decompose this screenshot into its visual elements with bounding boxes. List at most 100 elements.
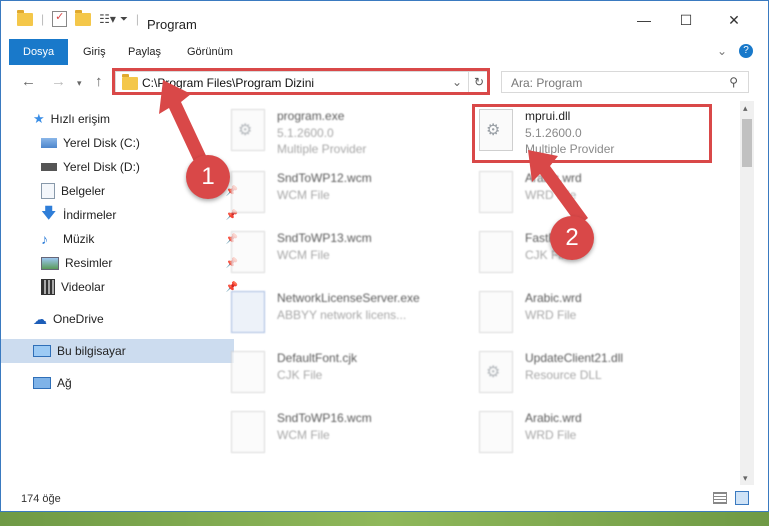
- sidebar-item-this-pc[interactable]: Bu bilgisayar: [1, 339, 234, 363]
- sidebar-item-downloads[interactable]: 🡇 İndirmeler 📌: [1, 203, 242, 227]
- cloud-icon: ☁: [33, 310, 47, 327]
- tab-view[interactable]: Görünüm: [175, 39, 245, 65]
- view-icon[interactable]: ☷▾: [99, 12, 116, 26]
- sidebar-item-label: İndirmeler: [63, 208, 117, 222]
- new-folder-icon[interactable]: [75, 9, 92, 26]
- file-type: WRD File: [525, 308, 577, 322]
- file-item[interactable]: program.exe 5.1.2600.0 Multiple Provider: [221, 103, 451, 159]
- file-company: Multiple Provider: [277, 142, 367, 156]
- file-version: 5.1.2600.0: [277, 126, 334, 140]
- separator: |: [135, 12, 140, 26]
- scroll-up-icon[interactable]: ▴: [743, 103, 748, 114]
- back-arrow-icon[interactable]: ←: [21, 73, 36, 90]
- sidebar-item-label: Ağ: [57, 376, 72, 390]
- file-item[interactable]: NetworkLicenseServer.exe ABBYY network l…: [221, 285, 451, 341]
- vertical-scrollbar[interactable]: ▴ ▾: [740, 101, 754, 485]
- maximize-button[interactable]: ☐: [671, 9, 701, 31]
- properties-icon[interactable]: ✓: [52, 11, 68, 27]
- customize-toolbar-icon[interactable]: ⏷: [120, 14, 128, 25]
- documents-icon: [41, 183, 55, 199]
- videos-icon: [41, 279, 55, 295]
- file-type: WCM File: [277, 188, 330, 202]
- file-icon: [479, 291, 513, 333]
- file-name: program.exe: [277, 109, 345, 123]
- callout-badge-1: 1: [186, 155, 230, 199]
- app-file-icon: [231, 291, 265, 333]
- file-icon: [231, 231, 265, 273]
- star-icon: ★: [33, 111, 45, 126]
- file-item[interactable]: UpdateClient21.dll Resource DLL: [469, 345, 699, 401]
- file-item[interactable]: SndToWP13.wcm WCM File: [221, 225, 451, 281]
- file-name: NetworkLicenseServer.exe: [277, 291, 420, 305]
- scroll-down-icon[interactable]: ▾: [743, 473, 748, 484]
- search-placeholder[interactable]: Ara: Program: [511, 76, 582, 90]
- close-button[interactable]: ✕: [719, 9, 749, 31]
- sidebar-item-videos[interactable]: Videolar 📌: [1, 275, 242, 299]
- file-description: ABBYY network licens...: [277, 308, 407, 322]
- search-icon[interactable]: ⚲: [729, 75, 738, 89]
- file-name: SndToWP16.wcm: [277, 411, 372, 425]
- file-name: SndToWP12.wcm: [277, 171, 372, 185]
- drive-icon: [41, 138, 57, 148]
- dll-file-icon: [479, 351, 513, 393]
- file-type: WCM File: [277, 248, 330, 262]
- sidebar-item-label: Hızlı erişim: [50, 112, 110, 126]
- exe-file-icon: [231, 109, 265, 151]
- file-icon: [479, 171, 513, 213]
- tab-home[interactable]: Giriş: [71, 39, 118, 65]
- file-item[interactable]: DefaultFont.cjk CJK File: [221, 345, 451, 401]
- file-item[interactable]: SndToWP12.wcm WCM File: [221, 165, 451, 221]
- callout-badge-2: 2: [550, 216, 594, 260]
- minimize-button[interactable]: —: [629, 9, 659, 31]
- computer-icon: [33, 345, 51, 357]
- file-icon: [231, 411, 265, 453]
- file-icon: [231, 171, 265, 213]
- search-box[interactable]: Ara: Program ⚲: [501, 71, 749, 93]
- large-icons-view-icon[interactable]: [735, 491, 749, 505]
- file-item[interactable]: SndToWP16.wcm WCM File: [221, 405, 451, 461]
- status-bar: 174 öğe: [1, 487, 768, 511]
- sidebar-item-label: Yerel Disk (D:): [63, 160, 140, 174]
- file-item[interactable]: Arabic.wrd WRD File: [469, 285, 699, 341]
- quick-access-toolbar: | ✓ ☷▾ ⏷ |: [17, 9, 140, 27]
- scroll-thumb[interactable]: [742, 119, 752, 167]
- up-arrow-icon[interactable]: ↑: [95, 73, 103, 90]
- file-name: UpdateClient21.dll: [525, 351, 624, 365]
- sidebar-item-pictures[interactable]: Resimler 📌: [1, 251, 242, 275]
- sidebar-item-label: OneDrive: [53, 312, 104, 326]
- help-icon[interactable]: ?: [739, 44, 753, 58]
- file-icon: [231, 351, 265, 393]
- sidebar-item-label: Resimler: [65, 256, 113, 270]
- tab-share[interactable]: Paylaş: [116, 39, 173, 65]
- file-type: WRD File: [525, 428, 577, 442]
- file-icon: [479, 231, 513, 273]
- file-icon: [479, 411, 513, 453]
- file-type: Resource DLL: [525, 368, 602, 382]
- sidebar-item-network[interactable]: Ağ: [1, 371, 234, 395]
- sidebar-item-label: Belgeler: [61, 184, 106, 198]
- expand-ribbon-icon[interactable]: ⌄: [717, 44, 727, 58]
- details-view-icon[interactable]: [713, 492, 727, 504]
- sidebar-item-label: Yerel Disk (C:): [63, 136, 140, 150]
- file-type: CJK File: [277, 368, 323, 382]
- pictures-icon: [41, 256, 59, 270]
- file-item[interactable]: Arabic.wrd WRD File: [469, 405, 699, 461]
- recent-locations-icon[interactable]: ▾: [77, 78, 82, 89]
- file-name: Arabic.wrd: [525, 291, 582, 305]
- file-type: WCM File: [277, 428, 330, 442]
- folder-icon: [17, 9, 33, 26]
- forward-arrow-icon[interactable]: →: [51, 73, 66, 90]
- file-name: Arabic.wrd: [525, 411, 582, 425]
- tab-file[interactable]: Dosya: [9, 39, 69, 65]
- file-name: DefaultFont.cjk: [277, 351, 358, 365]
- sidebar-item-music[interactable]: ♪ Müzik 📌: [1, 227, 242, 251]
- desktop-background: [0, 512, 769, 526]
- window-title: Program: [147, 17, 197, 32]
- separator: |: [41, 12, 45, 26]
- sidebar-item-label: Videolar: [61, 280, 105, 294]
- file-name: SndToWP13.wcm: [277, 231, 372, 245]
- title-bar: | ✓ ☷▾ ⏷ | Program — ☐ ✕: [1, 1, 768, 39]
- drive-icon: [41, 163, 57, 171]
- item-count: 174 öğe: [21, 493, 61, 505]
- sidebar-item-onedrive[interactable]: ☁ OneDrive: [1, 307, 234, 331]
